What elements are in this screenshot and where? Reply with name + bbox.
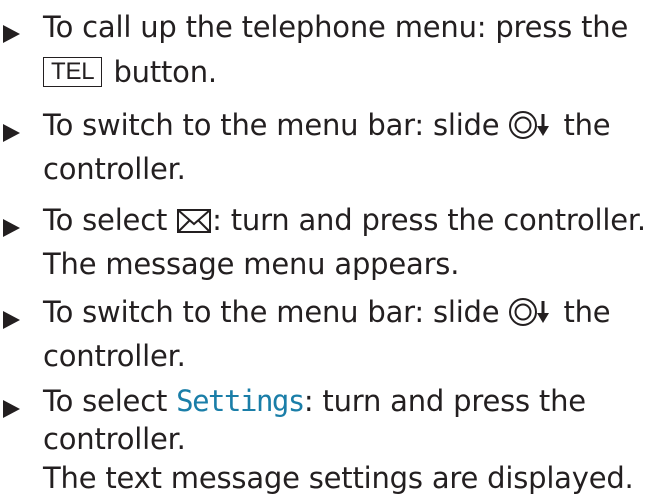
step-text: : turn and press the [303,384,586,418]
controller-slide-down-icon [508,297,554,335]
step-result-text: The text message settings are displayed. [43,461,634,495]
step-text: button. [104,55,217,89]
bullet-arrow-icon [3,311,20,329]
step-text: To select [43,384,177,418]
envelope-icon [176,207,212,243]
settings-menu-term: Settings [176,384,305,418]
step-text: To switch to the menu bar: slide [43,295,509,329]
bullet-arrow-icon [3,219,20,237]
step-text: : turn and press the controller. [212,203,646,237]
tel-key-label: TEL [43,57,103,87]
controller-slide-down-icon [508,110,554,148]
step-text: the [554,108,611,142]
step-text: To call up the telephone menu: press the [43,10,629,44]
step-text: To select [43,203,177,237]
bullet-arrow-icon [3,25,20,43]
bullet-arrow-icon [3,124,20,142]
bullet-arrow-icon [3,400,20,418]
step-text: To switch to the menu bar: slide [43,108,509,142]
step-text: the [554,295,611,329]
step-text: controller. [43,422,186,456]
step-text: controller. [43,339,186,373]
step-text: The message menu appears. [43,247,460,281]
step-text: controller. [43,152,186,186]
